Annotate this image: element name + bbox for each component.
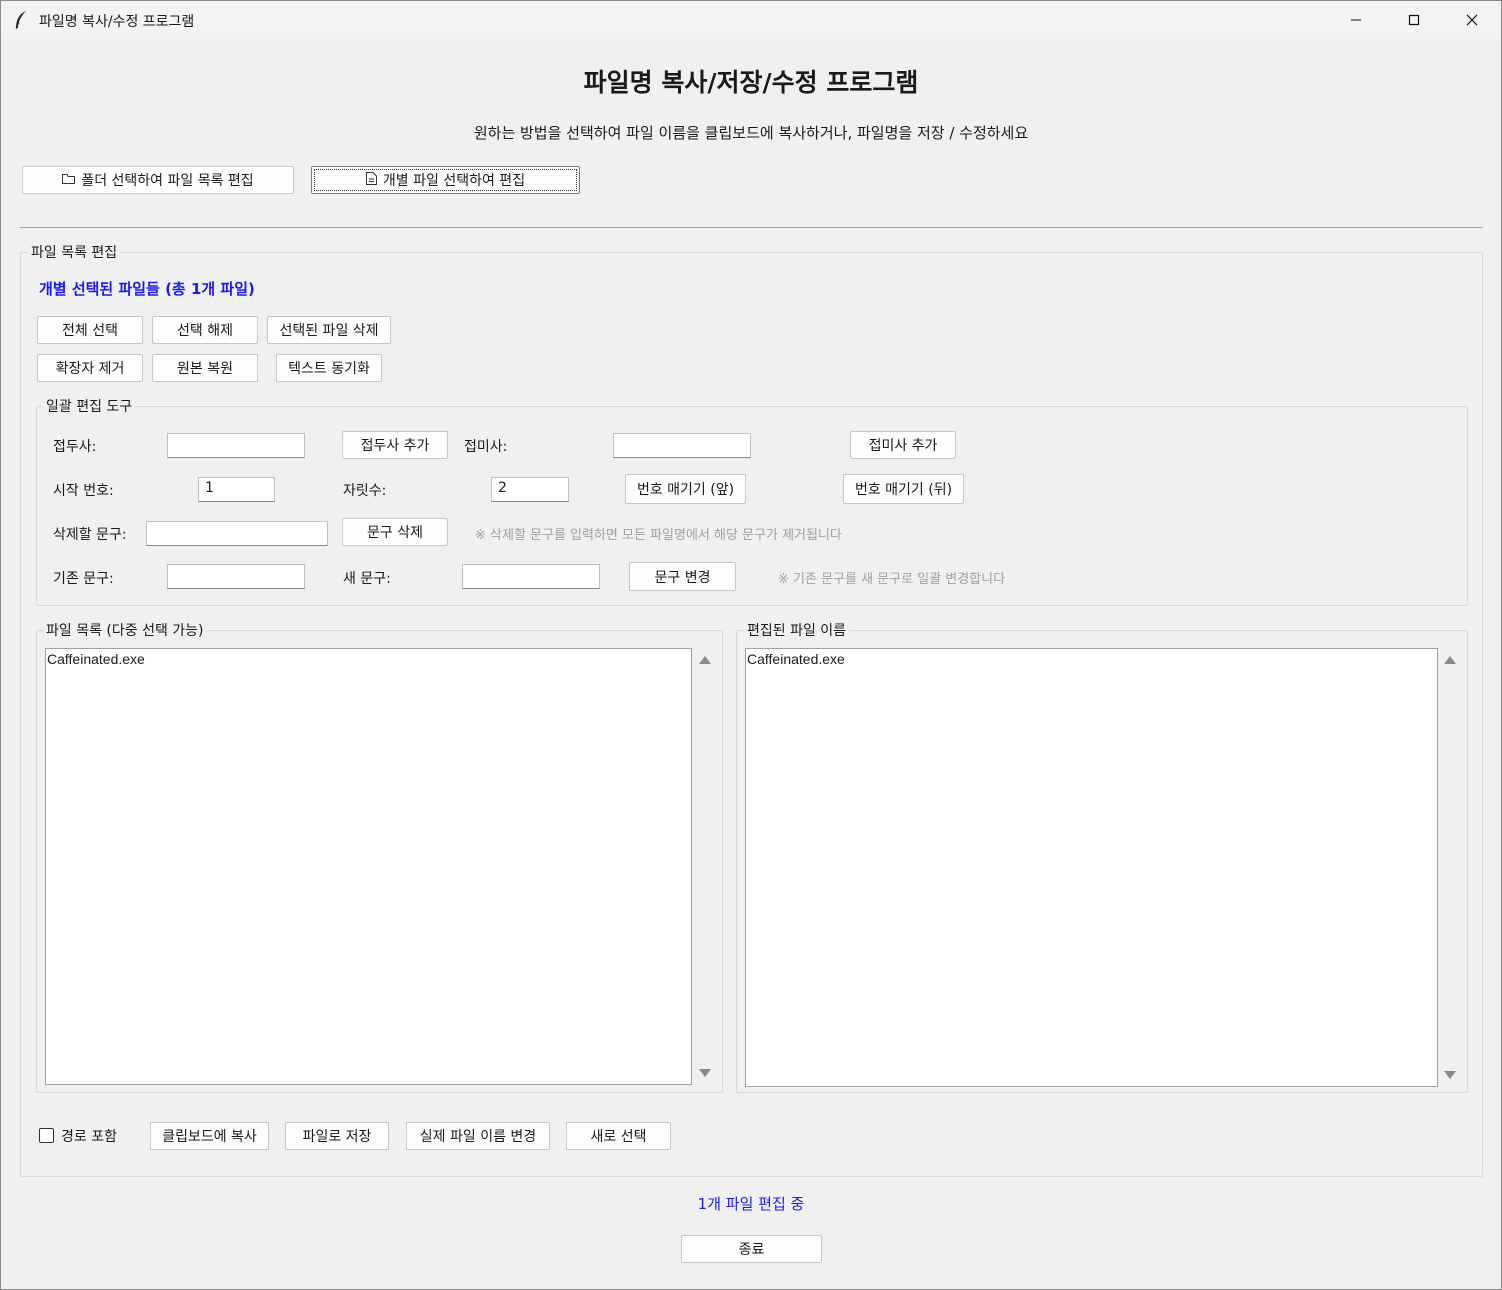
edited-list-label: 편집된 파일 이름 bbox=[744, 620, 850, 640]
page-title: 파일명 복사/저장/수정 프로그램 bbox=[583, 68, 919, 97]
deselect-button[interactable]: 선택 해제 bbox=[152, 316, 258, 344]
title-bar: 파일명 복사/수정 프로그램 bbox=[1, 1, 1501, 39]
reselect-button[interactable]: 새로 선택 bbox=[566, 1122, 671, 1150]
minimize-button[interactable] bbox=[1327, 1, 1385, 39]
exit-button[interactable]: 종료 bbox=[681, 1235, 822, 1263]
replace-hint: ※ 기존 문구를 새 문구로 일괄 변경합니다 bbox=[778, 572, 1006, 587]
file-listbox[interactable]: Caffeinated.exe bbox=[45, 648, 692, 1085]
digits-label: 자릿수: bbox=[343, 483, 387, 499]
remove-extension-button[interactable]: 확장자 제거 bbox=[37, 354, 143, 382]
file-icon bbox=[365, 171, 377, 189]
sync-text-button[interactable]: 텍스트 동기화 bbox=[276, 354, 382, 382]
old-text-input[interactable] bbox=[167, 564, 305, 589]
file-edit-group-label: 파일 목록 편집 bbox=[28, 242, 121, 262]
copy-clipboard-button[interactable]: 클립보드에 복사 bbox=[150, 1122, 269, 1150]
app-window: 파일명 복사/수정 프로그램 파일명 복사/저장/수정 프로그램 원하는 방법을… bbox=[0, 0, 1502, 1290]
edited-list-scrollbar[interactable] bbox=[1438, 648, 1462, 1087]
add-prefix-button[interactable]: 접두사 추가 bbox=[342, 431, 448, 459]
add-suffix-button[interactable]: 접미사 추가 bbox=[850, 431, 956, 459]
number-back-button[interactable]: 번호 매기기 (뒤) bbox=[843, 474, 964, 504]
new-text-input[interactable] bbox=[462, 564, 600, 589]
new-text-label: 새 문구: bbox=[343, 571, 391, 587]
folder-icon bbox=[62, 172, 76, 188]
folder-select-button[interactable]: 폴더 선택하여 파일 목록 편집 bbox=[22, 166, 294, 194]
start-number-input[interactable]: 1 bbox=[198, 477, 275, 502]
start-number-label: 시작 번호: bbox=[53, 483, 114, 499]
window-title: 파일명 복사/수정 프로그램 bbox=[39, 14, 195, 30]
feather-icon bbox=[13, 10, 29, 30]
edited-listbox[interactable]: Caffeinated.exe bbox=[745, 648, 1438, 1087]
batch-edit-group-label: 일괄 편집 도구 bbox=[43, 396, 136, 416]
replace-text-button[interactable]: 문구 변경 bbox=[629, 562, 736, 591]
page-subtitle: 원하는 방법을 선택하여 파일 이름을 클립보드에 복사하거나, 파일명을 저장… bbox=[473, 124, 1029, 142]
maximize-button[interactable] bbox=[1385, 1, 1443, 39]
save-file-button[interactable]: 파일로 저장 bbox=[285, 1122, 389, 1150]
close-button[interactable] bbox=[1443, 1, 1501, 39]
number-front-button[interactable]: 번호 매기기 (앞) bbox=[625, 474, 746, 504]
delete-text-label: 삭제할 문구: bbox=[53, 527, 127, 543]
suffix-input[interactable] bbox=[613, 433, 751, 458]
include-path-label[interactable]: 경로 포함 bbox=[61, 1126, 117, 1146]
scroll-down-icon[interactable] bbox=[699, 1069, 711, 1077]
delete-text-button[interactable]: 문구 삭제 bbox=[342, 518, 448, 546]
file-list-label: 파일 목록 (다중 선택 가능) bbox=[43, 620, 207, 640]
divider bbox=[20, 227, 1483, 228]
file-list-scrollbar[interactable] bbox=[693, 648, 717, 1085]
prefix-label: 접두사: bbox=[53, 439, 97, 455]
scroll-up-icon[interactable] bbox=[1444, 656, 1456, 664]
list-item[interactable]: Caffeinated.exe bbox=[46, 649, 691, 667]
delete-text-input[interactable] bbox=[146, 521, 328, 546]
selection-status: 개별 선택된 파일들 (총 1개 파일) bbox=[39, 280, 255, 298]
select-all-button[interactable]: 전체 선택 bbox=[37, 316, 143, 344]
old-text-label: 기존 문구: bbox=[53, 571, 114, 587]
delete-hint: ※ 삭제할 문구를 입력하면 모든 파일명에서 해당 문구가 제거됩니다 bbox=[475, 528, 842, 543]
list-item[interactable]: Caffeinated.exe bbox=[746, 649, 1437, 667]
scroll-up-icon[interactable] bbox=[699, 656, 711, 664]
include-path-checkbox[interactable] bbox=[39, 1128, 54, 1143]
scroll-down-icon[interactable] bbox=[1444, 1071, 1456, 1079]
restore-original-button[interactable]: 원본 복원 bbox=[152, 354, 258, 382]
prefix-input[interactable] bbox=[167, 433, 305, 458]
digits-input[interactable]: 2 bbox=[491, 477, 569, 502]
rename-files-button[interactable]: 실제 파일 이름 변경 bbox=[406, 1122, 550, 1150]
individual-select-button[interactable]: 개별 파일 선택하여 편집 bbox=[311, 166, 580, 194]
suffix-label: 접미사: bbox=[464, 439, 508, 455]
delete-selected-button[interactable]: 선택된 파일 삭제 bbox=[267, 316, 391, 344]
footer-status: 1개 파일 편집 중 bbox=[697, 1195, 805, 1213]
